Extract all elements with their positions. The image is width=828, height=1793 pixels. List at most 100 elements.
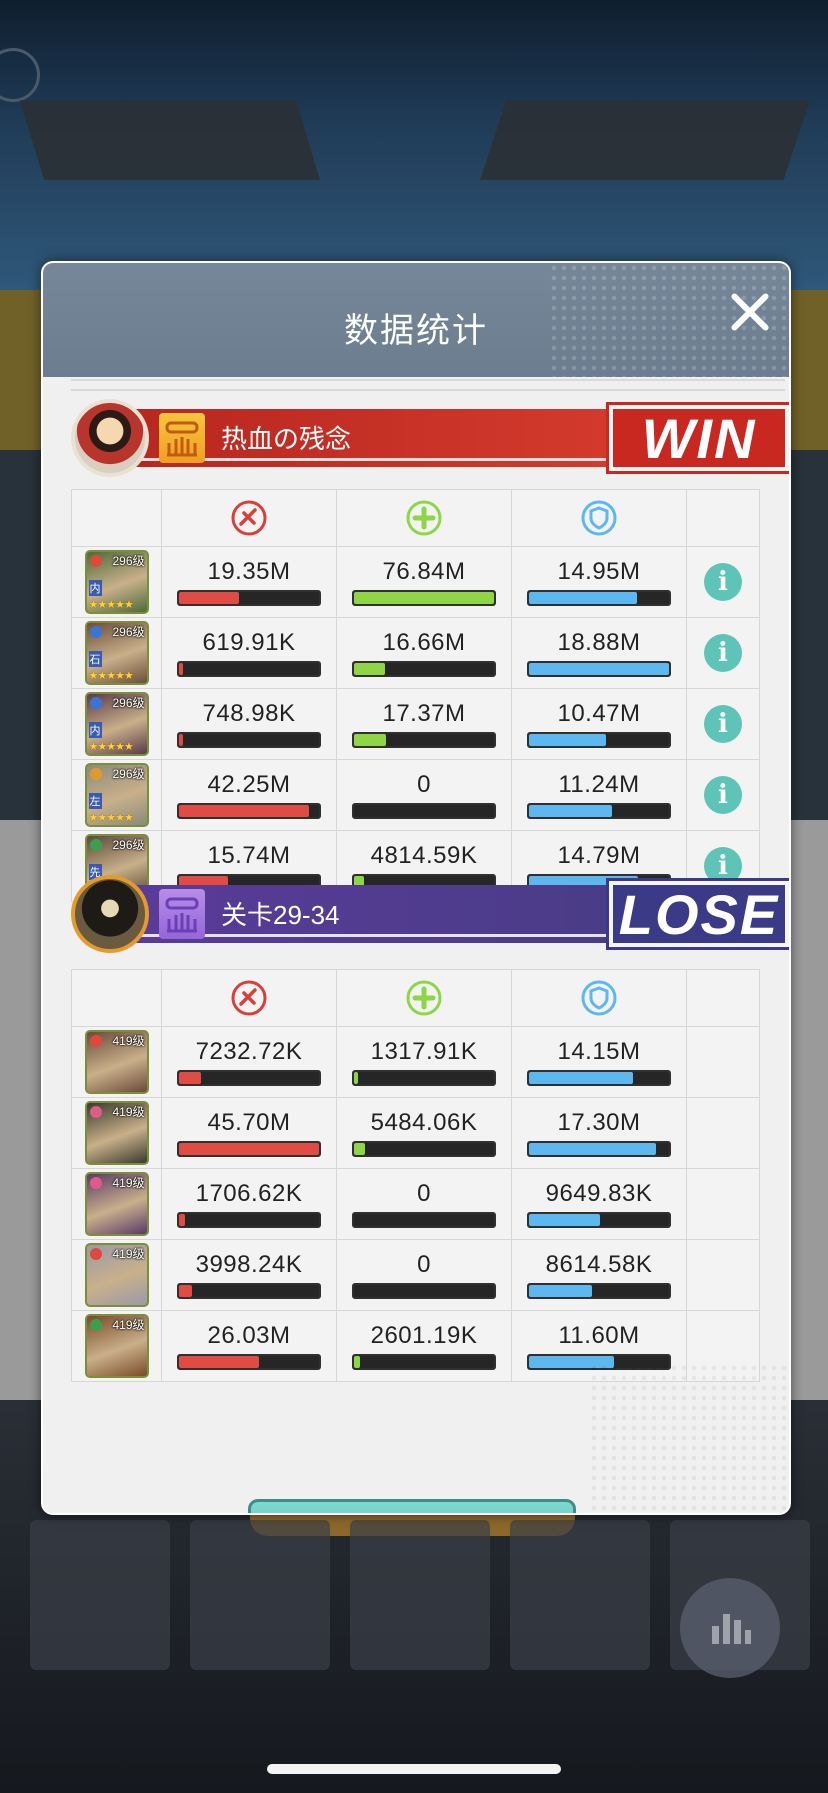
element-icon [89, 1035, 102, 1047]
team1-header-row [71, 489, 760, 547]
divider [71, 389, 785, 391]
info-cell [686, 1239, 760, 1311]
heal-value: 4814.59K [370, 842, 478, 869]
tank-bar [527, 661, 671, 677]
tank-cell: 8614.58K [511, 1239, 687, 1311]
team2-header-row [71, 969, 760, 1027]
heal-cell: 1317.91K [336, 1026, 512, 1098]
bg-right-banner [480, 100, 810, 180]
team2-name: 关卡29-34 [221, 900, 340, 930]
damage-cell: 19.35M [161, 546, 337, 618]
guild-flag-icon [159, 413, 205, 463]
portrait-cell: 419级 [71, 1239, 162, 1311]
tank-bar-fill [529, 1214, 601, 1226]
guild-flag-icon [159, 889, 205, 939]
tank-cell: 10.47M [511, 688, 687, 760]
damage-cell: 748.98K [161, 688, 337, 760]
heal-bar [352, 661, 496, 677]
damage-bar [177, 1283, 321, 1299]
damage-bar [177, 1070, 321, 1086]
portrait-cell: 419级 [71, 1310, 162, 1382]
heal-bar [352, 1354, 496, 1370]
damage-value: 26.03M [207, 1322, 291, 1349]
tank-bar-fill [529, 1143, 657, 1155]
damage-bar-fill [179, 734, 184, 746]
damage-bar-fill [179, 1356, 259, 1368]
bg-card [350, 1520, 490, 1670]
hero-row: 296级 左 ★★★★★ 42.25M 0 11.24M i [71, 759, 760, 831]
heal-value: 0 [417, 1180, 431, 1207]
tank-value: 10.47M [557, 700, 641, 727]
tank-value: 14.79M [557, 842, 641, 869]
info-icon[interactable]: i [704, 776, 742, 814]
tank-bar [527, 803, 671, 819]
heal-value: 76.84M [382, 558, 466, 585]
hero-portrait[interactable]: 419级 [84, 1030, 149, 1094]
modal-title: 数据统计 [344, 312, 488, 350]
star-rating: ★★★★★ [88, 670, 134, 682]
hero-portrait[interactable]: 419级 [84, 1243, 149, 1307]
portrait-cell: 419级 [71, 1168, 162, 1240]
shield-icon [512, 499, 686, 537]
header-cell [161, 489, 337, 547]
hero-level: 419级 [112, 1247, 145, 1261]
damage-value: 42.25M [207, 771, 291, 798]
info-cell: i [686, 546, 760, 618]
element-icon [89, 555, 102, 567]
tank-value: 9649.83K [545, 1180, 653, 1207]
hero-portrait[interactable]: 296级 内 ★★★★★ [84, 550, 149, 614]
tank-bar [527, 1283, 671, 1299]
info-icon[interactable]: i [704, 705, 742, 743]
tank-bar-fill [529, 1072, 633, 1084]
heal-bar [352, 803, 496, 819]
tank-cell: 14.95M [511, 546, 687, 618]
close-icon[interactable] [727, 289, 773, 335]
star-rating: ★★★★★ [88, 812, 134, 824]
tank-bar [527, 1070, 671, 1086]
tank-bar [527, 590, 671, 606]
tank-bar [527, 1141, 671, 1157]
heal-value: 1317.91K [370, 1038, 478, 1065]
info-icon[interactable]: i [704, 563, 742, 601]
damage-bar [177, 1141, 321, 1157]
bg-card [190, 1520, 330, 1670]
play-button[interactable]: 播放 [248, 1499, 576, 1513]
hero-row: 419级 3998.24K 0 8614.58K [71, 1239, 760, 1311]
damage-value: 19.35M [207, 558, 291, 585]
hero-row: 419级 7232.72K 1317.91K 14.15M [71, 1026, 760, 1098]
home-indicator[interactable] [267, 1764, 561, 1774]
damage-cell: 45.70M [161, 1097, 337, 1169]
team1-stats-table: 296级 内 ★★★★★ 19.35M 76.84M 14.95M i 296级… [71, 489, 760, 902]
hero-portrait[interactable]: 296级 石 ★★★★★ [84, 621, 149, 685]
heal-cell: 17.37M [336, 688, 512, 760]
hero-portrait[interactable]: 419级 [84, 1101, 149, 1165]
element-icon [89, 1319, 102, 1331]
header-cell [686, 489, 760, 547]
position-tag: 左 [88, 793, 102, 809]
element-icon [89, 768, 102, 780]
hero-portrait[interactable]: 296级 内 ★★★★★ [84, 692, 149, 756]
damage-bar-fill [179, 1285, 192, 1297]
position-tag: 石 [88, 651, 102, 667]
portrait-cell: 296级 石 ★★★★★ [71, 617, 162, 689]
hero-portrait[interactable]: 419级 [84, 1172, 149, 1236]
hero-level: 296级 [112, 554, 145, 568]
team2-bar: 关卡29-34 LOSE [71, 875, 789, 953]
hero-level: 296级 [112, 696, 145, 710]
info-cell: i [686, 688, 760, 760]
heal-cell: 16.66M [336, 617, 512, 689]
damage-value: 619.91K [202, 629, 296, 656]
damage-bar [177, 732, 321, 748]
heal-cell: 0 [336, 1168, 512, 1240]
info-icon[interactable]: i [704, 634, 742, 672]
team1-bar: 热血の残念 WIN [71, 399, 789, 477]
info-icon[interactable]: i [704, 847, 742, 885]
hero-level: 296级 [112, 838, 145, 852]
heal-bar [352, 1141, 496, 1157]
damage-bar-fill [179, 1072, 202, 1084]
header-cell [161, 969, 337, 1027]
hero-portrait[interactable]: 419级 [84, 1314, 149, 1378]
hero-row: 419级 45.70M 5484.06K 17.30M [71, 1097, 760, 1169]
tank-value: 17.30M [557, 1109, 641, 1136]
hero-portrait[interactable]: 296级 左 ★★★★★ [84, 763, 149, 827]
